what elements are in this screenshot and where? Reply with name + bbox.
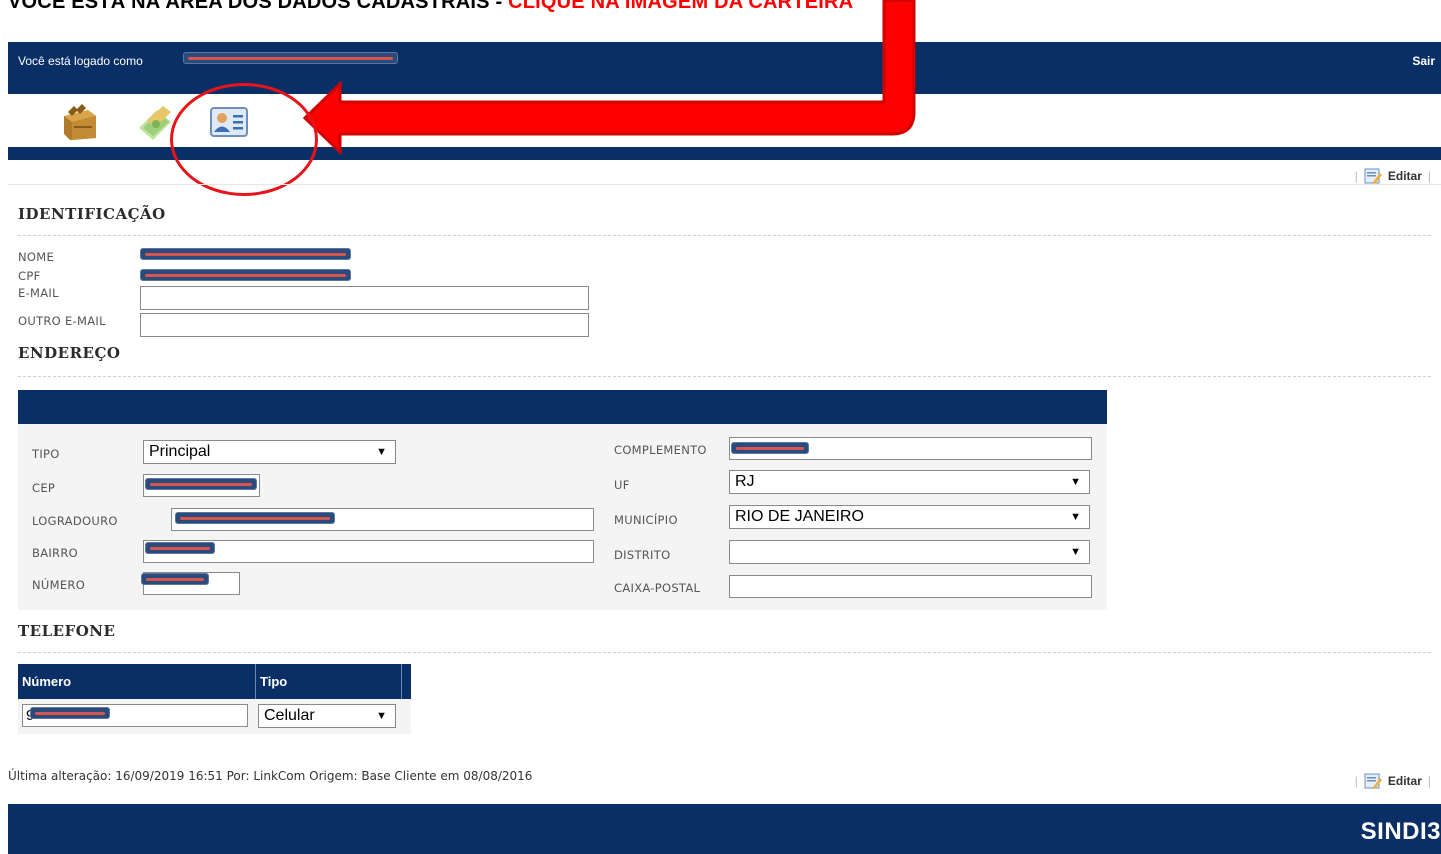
redacted-name xyxy=(140,248,351,260)
address-title: ENDEREÇO xyxy=(18,344,121,362)
separator: | xyxy=(1354,774,1358,788)
phone-number-header: Número xyxy=(22,674,72,689)
separator: | xyxy=(1427,169,1431,183)
column-divider xyxy=(401,664,402,699)
cpf-label: CPF xyxy=(18,269,41,283)
wallet-icon[interactable] xyxy=(58,100,102,144)
other-email-label: OUTRO E-MAIL xyxy=(18,314,106,328)
redacted-phone xyxy=(30,707,110,719)
phone-type-select[interactable]: Celular ▼ xyxy=(258,704,396,728)
uf-select-value: RJ xyxy=(735,473,755,490)
type-select-value: Principal xyxy=(149,443,211,460)
identification-title: IDENTIFICAÇÃO xyxy=(18,205,166,223)
page-root: VOCÊ ESTÁ NA ÁREA DOS DADOS CADASTRAIS -… xyxy=(0,0,1441,854)
address-panel-header xyxy=(18,390,1107,424)
section-divider xyxy=(18,652,1431,653)
column-divider xyxy=(255,664,256,699)
footer-bar: SINDI3 xyxy=(8,804,1441,854)
phone-title: TELEFONE xyxy=(18,622,116,640)
dropdown-arrow-icon: ▼ xyxy=(1070,476,1081,488)
city-select-value: RIO DE JANEIRO xyxy=(735,508,864,525)
edit-button-top[interactable]: Editar xyxy=(1388,169,1422,183)
complement-label: COMPLEMENTO xyxy=(614,443,707,457)
dropdown-arrow-icon: ▼ xyxy=(1070,511,1081,523)
type-label: TIPO xyxy=(32,447,60,461)
city-label: MUNICÍPIO xyxy=(614,513,678,527)
subdistrict-label: DISTRITO xyxy=(614,548,671,562)
nav-underline-bar xyxy=(8,147,1441,160)
section-divider xyxy=(18,235,1431,236)
phone-table-header: Número Tipo xyxy=(18,664,411,699)
icon-nav-bar xyxy=(8,94,1441,147)
section-divider xyxy=(18,376,1431,377)
logout-link[interactable]: Sair xyxy=(1412,54,1435,68)
name-label: NOME xyxy=(18,250,55,264)
email-field[interactable] xyxy=(140,286,589,310)
last-change-note: Última alteração: 16/09/2019 16:51 Por: … xyxy=(8,769,533,783)
redacted-complement xyxy=(731,442,809,454)
subdistrict-select[interactable]: ▼ xyxy=(729,540,1090,564)
logged-as-label: Você está logado como xyxy=(18,54,143,68)
separator: | xyxy=(1427,774,1431,788)
city-select[interactable]: RIO DE JANEIRO ▼ xyxy=(729,505,1090,529)
redacted-cep xyxy=(145,478,257,490)
number-label: NÚMERO xyxy=(32,578,86,592)
instruction-text: VOCÊ ESTÁ NA ÁREA DOS DADOS CADASTRAIS - xyxy=(8,0,509,13)
email-label: E-MAIL xyxy=(18,286,59,300)
edit-icon[interactable] xyxy=(1364,773,1382,789)
phone-type-header: Tipo xyxy=(260,674,288,689)
edit-toolbar-top: | Editar | xyxy=(1355,165,1431,187)
uf-select[interactable]: RJ ▼ xyxy=(729,470,1090,494)
id-card-icon[interactable] xyxy=(207,100,251,144)
instruction-highlight: CLIQUE NA IMAGEM DA CARTEIRA xyxy=(508,0,854,13)
pobox-field[interactable] xyxy=(729,575,1092,598)
street-label: LOGRADOURO xyxy=(32,514,118,528)
redacted-cpf xyxy=(140,269,351,281)
redacted-district xyxy=(145,542,215,554)
address-panel: TIPO Principal ▼ CEP LOGRADOURO BAIRRO N… xyxy=(18,390,1107,610)
instruction-banner: VOCÊ ESTÁ NA ÁREA DOS DADOS CADASTRAIS -… xyxy=(8,0,853,14)
edit-toolbar-bottom: | Editar | xyxy=(1355,770,1431,792)
dropdown-arrow-icon: ▼ xyxy=(1070,546,1081,558)
cep-label: CEP xyxy=(32,481,56,495)
dropdown-arrow-icon: ▼ xyxy=(376,446,387,458)
edit-icon[interactable] xyxy=(1364,168,1382,184)
uf-label: UF xyxy=(614,478,630,492)
redacted-username xyxy=(183,52,398,64)
money-icon[interactable] xyxy=(133,100,177,144)
dropdown-arrow-icon: ▼ xyxy=(376,710,387,722)
phone-type-value: Celular xyxy=(264,707,315,724)
brand-logo: SINDI3 xyxy=(1360,818,1441,845)
edit-button-bottom[interactable]: Editar xyxy=(1388,774,1422,788)
separator: | xyxy=(1354,169,1358,183)
redacted-number xyxy=(141,573,209,585)
header-bar: Você está logado como Sair xyxy=(8,42,1441,94)
other-email-field[interactable] xyxy=(140,313,589,337)
phone-table: Número Tipo 9 Celular ▼ xyxy=(18,664,411,734)
district-label: BAIRRO xyxy=(32,546,78,560)
type-select[interactable]: Principal ▼ xyxy=(143,440,396,464)
redacted-street xyxy=(175,512,335,524)
pobox-label: CAIXA-POSTAL xyxy=(614,581,701,595)
top-divider xyxy=(8,184,1441,185)
